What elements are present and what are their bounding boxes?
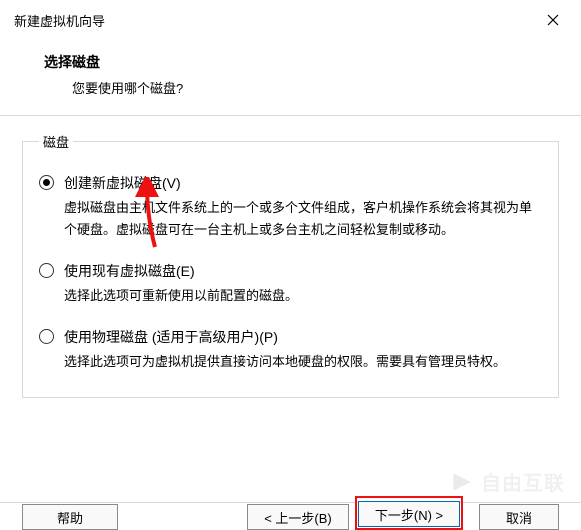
radio-create-new-disk[interactable]: [39, 175, 54, 190]
titlebar: 新建虚拟机向导: [0, 0, 581, 38]
option-body: 使用物理磁盘 (适用于高级用户)(P) 选择此选项可为虚拟机提供直接访问本地硬盘…: [64, 327, 542, 373]
back-button[interactable]: < 上一步(B): [247, 504, 349, 530]
radio-use-existing-disk[interactable]: [39, 263, 54, 278]
close-icon: [547, 14, 559, 26]
next-button-highlight: 下一步(N) >: [355, 496, 463, 530]
group-legend: 磁盘: [39, 132, 73, 151]
option-use-physical-disk: 使用物理磁盘 (适用于高级用户)(P) 选择此选项可为虚拟机提供直接访问本地硬盘…: [39, 327, 542, 373]
watermark-text: 自由互联: [481, 467, 565, 496]
option-desc-create-new: 虚拟磁盘由主机文件系统上的一个或多个文件组成，客户机操作系统会将其视为单个硬盘。…: [64, 197, 542, 241]
option-label-create-new[interactable]: 创建新虚拟磁盘(V): [64, 173, 181, 193]
radio-use-physical-disk[interactable]: [39, 329, 54, 344]
window-title: 新建虚拟机向导: [14, 11, 105, 30]
content-area: 磁盘 创建新虚拟磁盘(V) 虚拟磁盘由主机文件系统上的一个或多个文件组成，客户机…: [0, 116, 581, 398]
next-button[interactable]: 下一步(N) >: [358, 501, 460, 527]
option-body: 使用现有虚拟磁盘(E) 选择此选项可重新使用以前配置的磁盘。: [64, 261, 542, 307]
option-create-new-disk: 创建新虚拟磁盘(V) 虚拟磁盘由主机文件系统上的一个或多个文件组成，客户机操作系…: [39, 173, 542, 241]
disk-group: 磁盘 创建新虚拟磁盘(V) 虚拟磁盘由主机文件系统上的一个或多个文件组成，客户机…: [22, 132, 559, 398]
close-button[interactable]: [537, 8, 569, 32]
watermark-icon: [449, 469, 475, 495]
cancel-button[interactable]: 取消: [479, 504, 559, 530]
option-label-use-existing[interactable]: 使用现有虚拟磁盘(E): [64, 261, 195, 281]
watermark: 自由互联: [449, 467, 565, 496]
option-body: 创建新虚拟磁盘(V) 虚拟磁盘由主机文件系统上的一个或多个文件组成，客户机操作系…: [64, 173, 542, 241]
wizard-header: 选择磁盘 您要使用哪个磁盘?: [0, 38, 581, 115]
page-subtitle: 您要使用哪个磁盘?: [44, 78, 581, 97]
option-use-existing-disk: 使用现有虚拟磁盘(E) 选择此选项可重新使用以前配置的磁盘。: [39, 261, 542, 307]
page-title: 选择磁盘: [44, 52, 581, 72]
option-label-use-physical[interactable]: 使用物理磁盘 (适用于高级用户)(P): [64, 327, 278, 347]
option-desc-use-physical: 选择此选项可为虚拟机提供直接访问本地硬盘的权限。需要具有管理员特权。: [64, 351, 542, 373]
help-button[interactable]: 帮助: [22, 504, 118, 530]
wizard-footer: 帮助 < 上一步(B) 下一步(N) > 取消: [0, 502, 581, 530]
option-desc-use-existing: 选择此选项可重新使用以前配置的磁盘。: [64, 285, 542, 307]
